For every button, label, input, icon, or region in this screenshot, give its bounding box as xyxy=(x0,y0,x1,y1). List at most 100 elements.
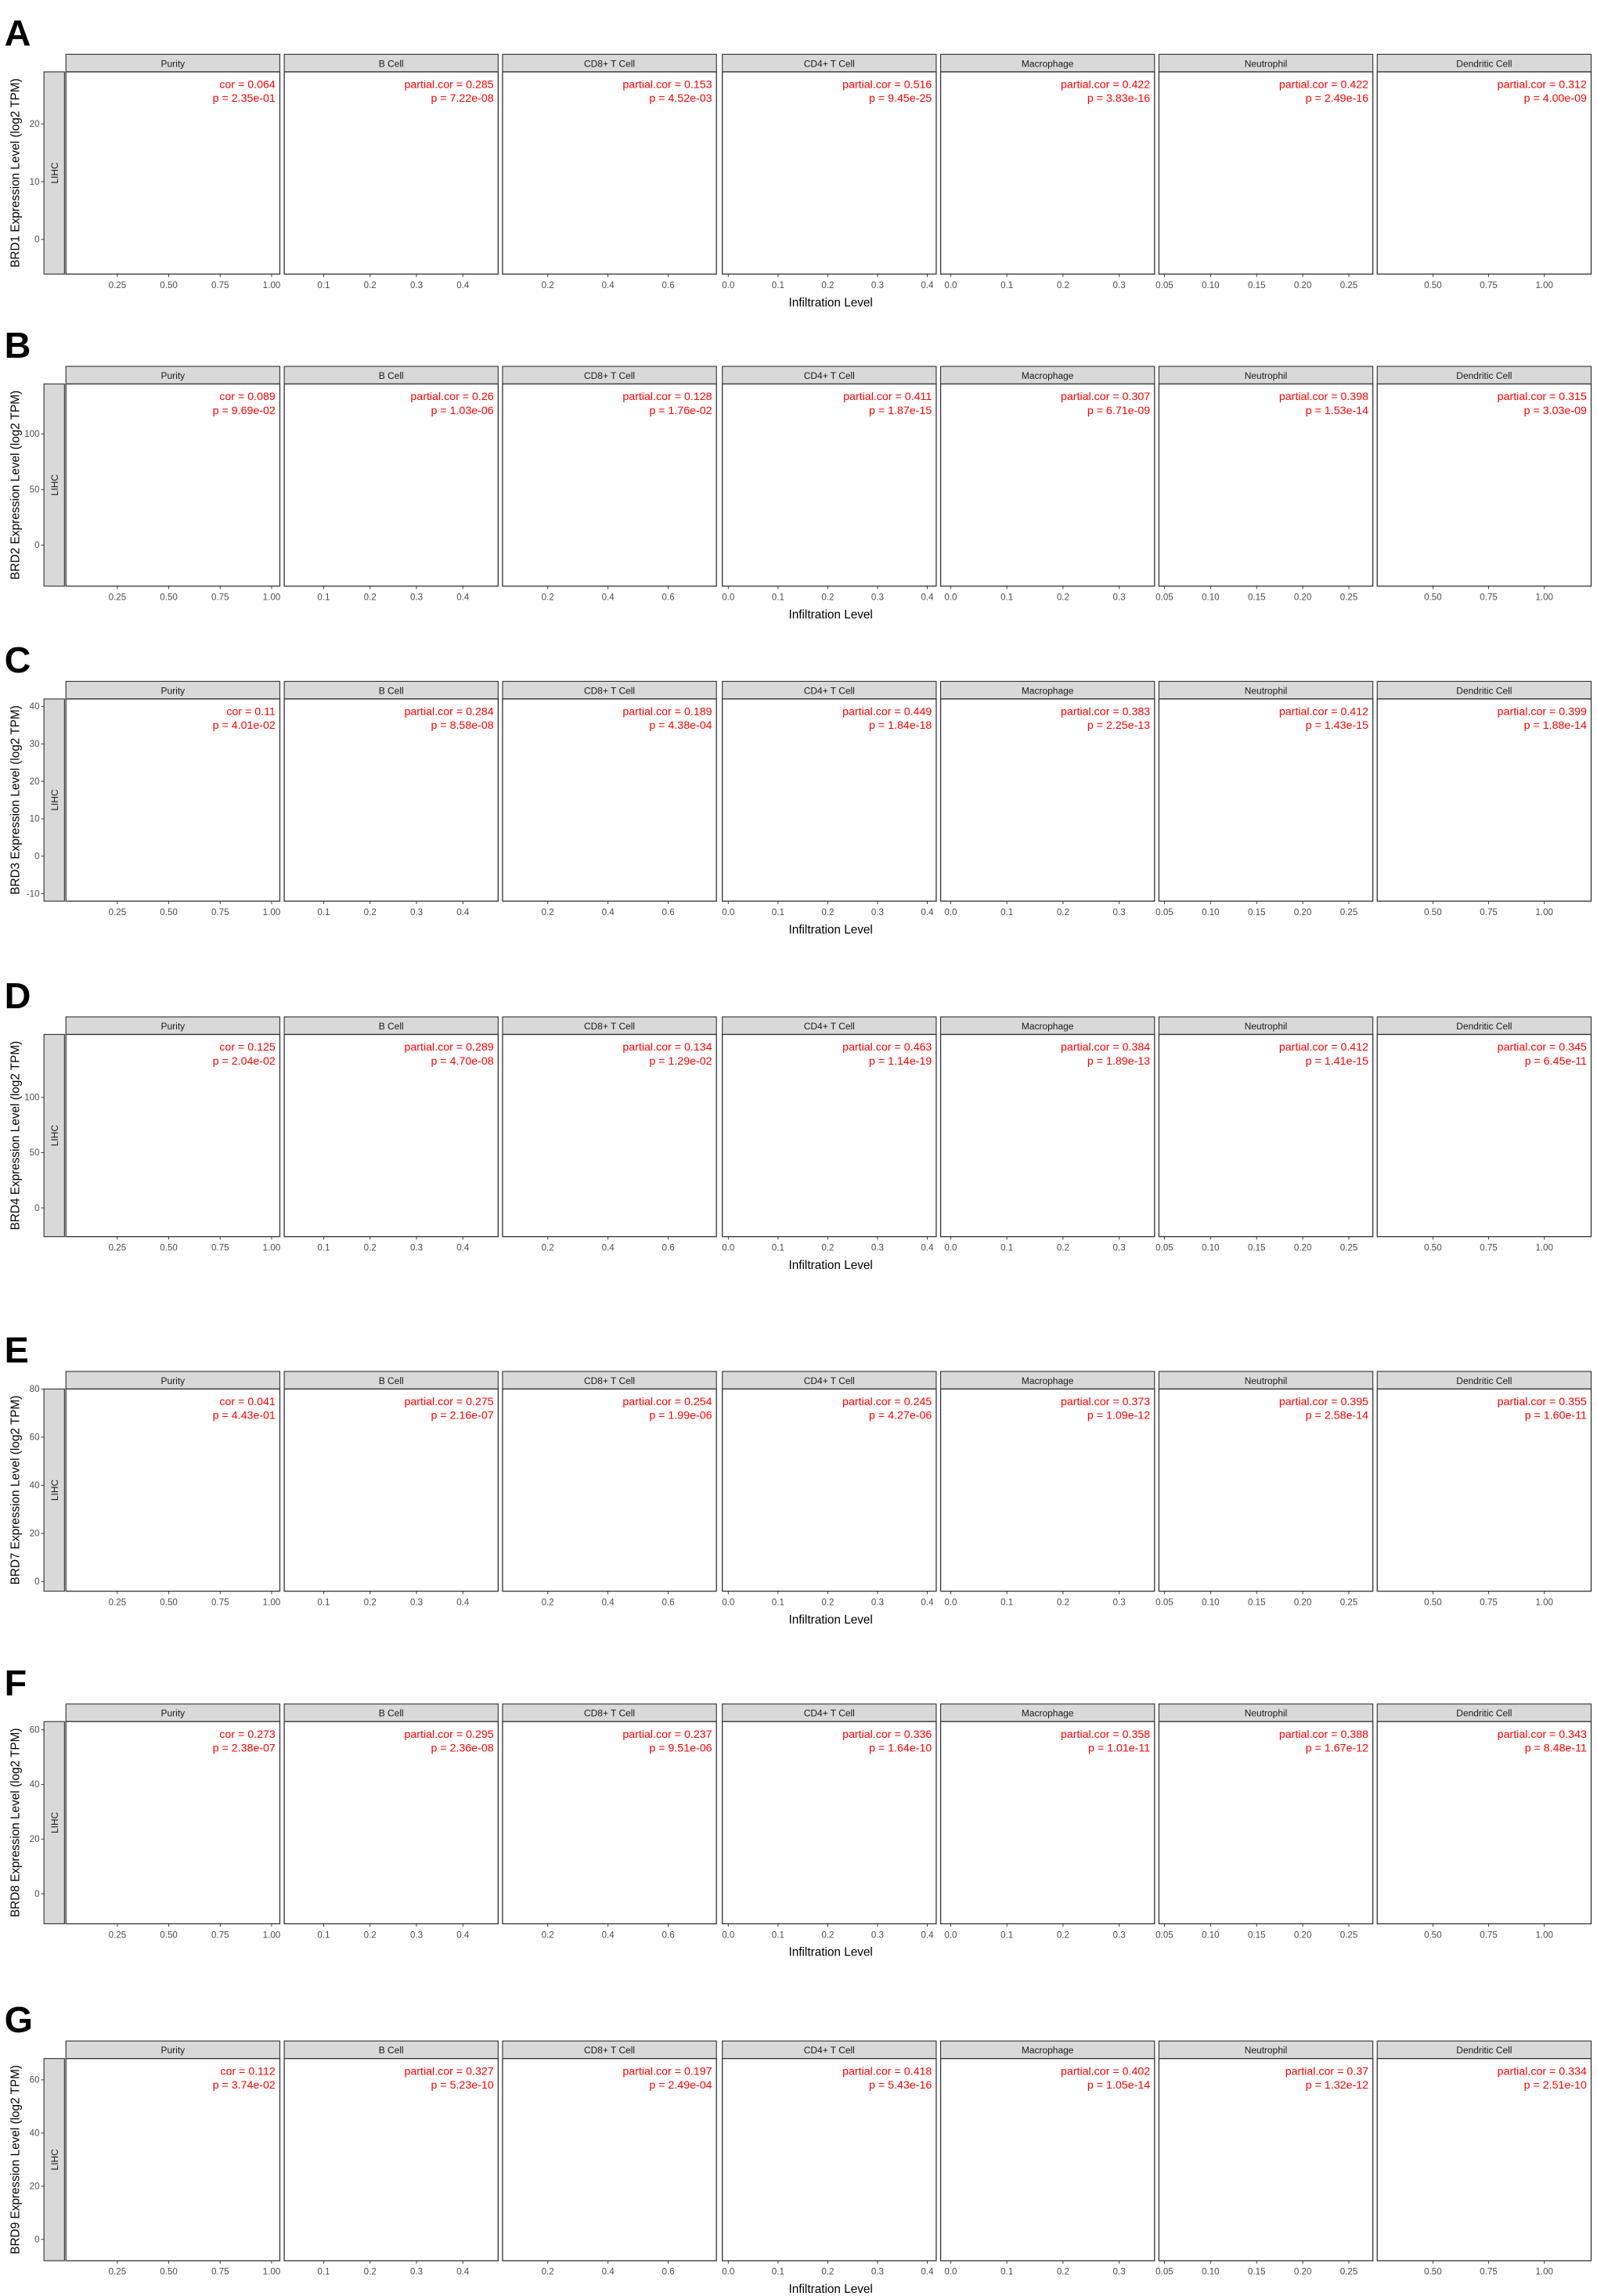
x-tick-label: 1.00 xyxy=(263,1243,281,1253)
x-tick-label: 0.75 xyxy=(1480,907,1498,917)
p-value-label: p = 1.84e-18 xyxy=(869,719,932,732)
x-tick-label: 0.0 xyxy=(722,280,734,290)
facet-label: CD8+ T Cell xyxy=(584,1021,635,1032)
p-value-label: p = 1.29e-02 xyxy=(649,1055,712,1068)
facet-label: Neutrophil xyxy=(1245,58,1288,69)
x-tick-label: 0.4 xyxy=(456,907,470,917)
panel-B-4: CD4+ T Cell 0.0 0.1 0.2 0.3 0.4 partial.cor = … xyxy=(722,366,937,603)
panel-C-4: CD4+ T Cell 0.0 0.1 0.2 0.3 0.4 partial.cor = … xyxy=(722,680,937,917)
x-tick-label: 0.4 xyxy=(921,907,934,917)
p-value-label: p = 4.52e-03 xyxy=(649,92,712,105)
x-tick-label: 0.15 xyxy=(1248,1243,1266,1253)
figure-row-A: A BRD1 Expression Level (log2 TPM) LIHC 0 10… xyxy=(5,13,1592,309)
p-value-label: p = 4.00e-09 xyxy=(1524,92,1587,105)
x-tick-label: 0.0 xyxy=(722,1243,734,1253)
y-tick-label: 0 xyxy=(34,1203,39,1213)
panel-B-1: Purity 0.25 0.50 0.75 1.00 cor = 0.089 p = 9.6… xyxy=(65,366,280,603)
facet-label: Neutrophil xyxy=(1245,685,1288,696)
y-tick-label: -10 xyxy=(27,888,40,899)
facet-label: Macrophage xyxy=(1022,1021,1074,1032)
correlation-label: partial.cor = 0.383 xyxy=(1061,705,1150,718)
x-tick-label: 0.6 xyxy=(662,1243,675,1253)
x-tick-label: 0.1 xyxy=(772,280,784,290)
y-tick-label: 20 xyxy=(30,119,40,129)
x-tick-label: 0.1 xyxy=(317,907,330,917)
x-tick-label: 0.2 xyxy=(821,1243,834,1253)
p-value-label: p = 1.89e-13 xyxy=(1087,1055,1150,1068)
p-value-label: p = 9.69e-02 xyxy=(213,405,276,417)
row-letter: D xyxy=(5,975,31,1016)
x-tick-label: 0.05 xyxy=(1155,280,1173,290)
x-tick-label: 0.50 xyxy=(1424,280,1442,290)
facet-label: B Cell xyxy=(379,58,404,69)
x-tick-label: 1.00 xyxy=(1535,593,1553,603)
facet-label: Dendritic Cell xyxy=(1456,370,1512,381)
facet-label: Purity xyxy=(161,58,186,69)
x-tick-label: 0.2 xyxy=(821,593,834,603)
correlation-label: partial.cor = 0.398 xyxy=(1279,391,1368,403)
x-tick-label: 0.2 xyxy=(1057,907,1069,917)
x-tick-label: 0.6 xyxy=(662,907,675,917)
x-tick-label: 0.1 xyxy=(1000,907,1013,917)
figure-row-B: B BRD2 Expression Level (log2 TPM) LIHC 0 50… xyxy=(5,325,1592,622)
x-tick-label: 0.10 xyxy=(1202,1243,1220,1253)
panel-B-5: Macrophage 0.0 0.1 0.2 0.3 partial.cor = 0.30… xyxy=(939,366,1155,603)
y-tick-label: 50 xyxy=(30,485,40,495)
p-value-label: p = 2.35e-01 xyxy=(213,92,276,105)
y-tick-label: 0 xyxy=(34,540,39,550)
x-tick-label: 0.3 xyxy=(871,280,884,290)
x-tick-label: 0.1 xyxy=(317,1243,330,1253)
panel-B-6: Neutrophil 0.05 0.10 0.15 0.20 0.25 partial.co… xyxy=(1155,366,1374,603)
facet-label: Purity xyxy=(161,370,186,381)
x-tick-label: 0.25 xyxy=(109,593,127,603)
x-tick-label: 0.50 xyxy=(160,593,178,603)
correlation-label: partial.cor = 0.128 xyxy=(622,391,712,403)
x-tick-label: 0.4 xyxy=(602,593,615,603)
x-tick-label: 0.75 xyxy=(1480,593,1498,603)
x-tick-label: 0.15 xyxy=(1248,593,1266,603)
x-tick-label: 0.2 xyxy=(542,1243,554,1253)
x-tick-label: 0.4 xyxy=(602,907,615,917)
p-value-label: p = 8.58e-08 xyxy=(431,719,493,732)
x-tick-label: 0.4 xyxy=(921,280,934,290)
x-tick-label: 0.20 xyxy=(1294,280,1312,290)
x-tick-label: 0.05 xyxy=(1155,1243,1173,1253)
correlation-label: partial.cor = 0.315 xyxy=(1498,391,1587,403)
x-tick-label: 0.20 xyxy=(1294,1243,1312,1253)
correlation-label: partial.cor = 0.463 xyxy=(842,1041,932,1054)
panel-C-5: Macrophage 0.0 0.1 0.2 0.3 partial.cor = 0.38… xyxy=(939,680,1155,917)
p-value-label: p = 2.04e-02 xyxy=(213,1055,276,1068)
y-tick-label: 40 xyxy=(30,701,40,712)
cancer-label: LIHC xyxy=(49,789,60,811)
x-tick-label: 0.3 xyxy=(1113,907,1126,917)
correlation-label: cor = 0.064 xyxy=(219,78,276,91)
correlation-label: partial.cor = 0.399 xyxy=(1498,705,1587,718)
row-letter: C xyxy=(5,640,31,680)
x-tick-label: 0.4 xyxy=(921,1243,934,1253)
x-tick-label: 0.3 xyxy=(410,1243,423,1253)
p-value-label: p = 1.03e-06 xyxy=(431,405,493,417)
x-tick-label: 0.2 xyxy=(821,907,834,917)
panel-A-2: B Cell 0.1 0.2 0.3 0.4 partial.cor = 0.285p =… xyxy=(283,53,499,290)
p-value-label: p = 1.76e-02 xyxy=(649,405,712,417)
x-tick-label: 0.0 xyxy=(722,593,734,603)
panel-C-7: Dendritic Cell 0.50 0.75 1.00 partial.cor = … xyxy=(1376,680,1592,917)
x-tick-label: 0.3 xyxy=(1113,1243,1126,1253)
panel-A-5: Macrophage 0.0 0.1 0.2 0.3 partial.cor = 0.42… xyxy=(939,53,1155,290)
facet-label: Macrophage xyxy=(1022,58,1074,69)
x-tick-label: 0.1 xyxy=(1000,1243,1013,1253)
y-tick-label: 20 xyxy=(30,777,40,787)
correlation-label: cor = 0.089 xyxy=(219,391,276,403)
x-tick-label: 0.0 xyxy=(722,907,734,917)
facet-label: CD4+ T Cell xyxy=(804,58,855,69)
x-tick-label: 1.00 xyxy=(263,280,281,290)
facet-label: CD4+ T Cell xyxy=(804,370,855,381)
p-value-label: p = 3.03e-09 xyxy=(1524,405,1587,417)
x-tick-label: 0.2 xyxy=(1057,1243,1069,1253)
p-value-label: p = 1.43e-15 xyxy=(1306,719,1368,732)
x-tick-label: 0.05 xyxy=(1155,593,1173,603)
facet-label: Dendritic Cell xyxy=(1456,685,1512,696)
x-tick-label: 0.2 xyxy=(364,280,377,290)
y-tick-label: 30 xyxy=(30,739,40,749)
x-tick-label: 0.2 xyxy=(364,1243,377,1253)
